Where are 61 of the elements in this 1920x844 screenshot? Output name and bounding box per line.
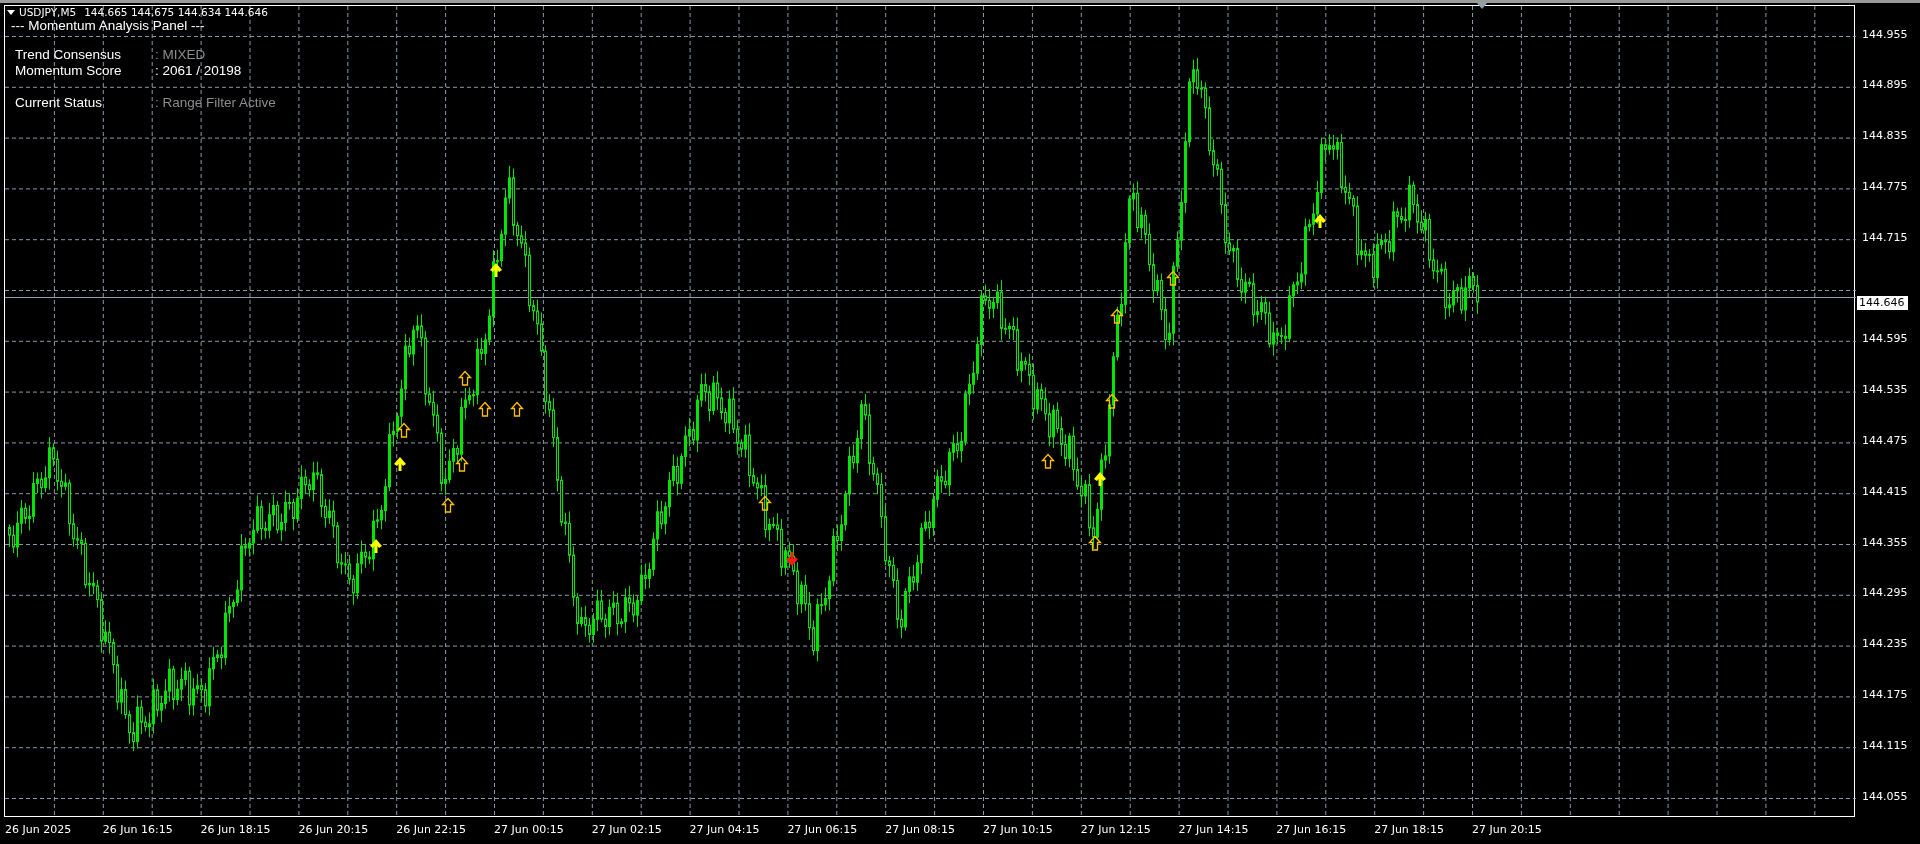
price-label: 144.415 [1861, 483, 1909, 500]
down-arrow-icon [785, 551, 800, 568]
time-label: 27 Jun 16:15 [1276, 822, 1348, 838]
time-label: 27 Jun 20:15 [1471, 822, 1543, 838]
time-label: 27 Jun 08:15 [885, 822, 957, 838]
price-label: 144.535 [1861, 382, 1909, 399]
panel-title: --- Momentum Analysis Panel --- [11, 19, 206, 33]
up-arrow-icon [1313, 213, 1327, 230]
ohlc-text: 144.665 144.675 144.634 144.646 [84, 6, 268, 19]
time-label: 27 Jun 12:15 [1080, 822, 1152, 838]
time-label: 27 Jun 10:15 [982, 822, 1054, 838]
time-label: 26 Jun 18:15 [200, 822, 272, 838]
time-label: 27 Jun 18:15 [1374, 822, 1446, 838]
dropdown-triangle-icon[interactable] [7, 9, 15, 16]
time-label: 27 Jun 14:15 [1178, 822, 1250, 838]
panel-value: : Range Filter Active [155, 95, 276, 111]
panel-label: Trend Consensus [15, 47, 123, 63]
panel-label: Current Status [15, 95, 104, 111]
hollow-up-arrow-icon [1166, 269, 1181, 286]
up-arrow-icon [1092, 470, 1107, 487]
time-label: 26 Jun 20:15 [298, 822, 370, 838]
hollow-up-arrow-icon [1109, 307, 1124, 324]
hollow-up-arrow-icon [454, 455, 469, 472]
up-arrow-icon [393, 455, 408, 472]
price-label: 144.715 [1861, 229, 1909, 246]
panel-value: : MIXED [155, 47, 206, 63]
up-arrow-icon [368, 537, 383, 554]
current-price-tag: 144.646 [1857, 295, 1908, 310]
hollow-up-arrow-icon [1104, 393, 1119, 410]
hollow-up-arrow-icon [1041, 453, 1056, 470]
hollow-up-arrow-icon [509, 400, 524, 417]
up-arrow-icon [488, 262, 503, 279]
price-label: 144.055 [1861, 788, 1909, 805]
panel-value: : 2061 / 20198 [155, 63, 242, 79]
price-label: 144.775 [1861, 179, 1909, 195]
price-label: 144.955 [1861, 26, 1909, 43]
price-label: 144.235 [1861, 636, 1909, 653]
price-label: 144.115 [1861, 737, 1909, 754]
time-label: 27 Jun 02:15 [591, 822, 663, 838]
time-label: 27 Jun 04:15 [689, 822, 761, 838]
price-label: 144.295 [1861, 585, 1909, 602]
price-label: 144.175 [1861, 686, 1909, 703]
hollow-up-arrow-icon [397, 421, 412, 438]
time-label: 26 Jun 16:15 [102, 822, 174, 838]
price-label: 144.895 [1861, 77, 1909, 94]
time-label: 26 Jun 2025 [5, 822, 73, 838]
hollow-up-arrow-icon [441, 497, 456, 514]
price-label: 144.475 [1861, 432, 1909, 449]
price-label: 144.355 [1861, 534, 1909, 551]
shift-marker-icon[interactable] [1477, 3, 1487, 10]
price-label: 144.835 [1861, 128, 1909, 145]
time-label: 27 Jun 00:15 [494, 822, 565, 838]
hollow-up-arrow-icon [458, 370, 473, 387]
time-label: 26 Jun 22:15 [396, 822, 468, 838]
hollow-up-arrow-icon [758, 495, 773, 512]
hollow-up-arrow-icon [1087, 535, 1102, 552]
time-label: 27 Jun 06:15 [787, 822, 859, 838]
hollow-up-arrow-icon [477, 400, 492, 417]
symbol-text: USDJPY,M5 [19, 6, 77, 19]
price-label: 144.595 [1861, 331, 1909, 348]
panel-label: Momentum Score [15, 63, 123, 79]
